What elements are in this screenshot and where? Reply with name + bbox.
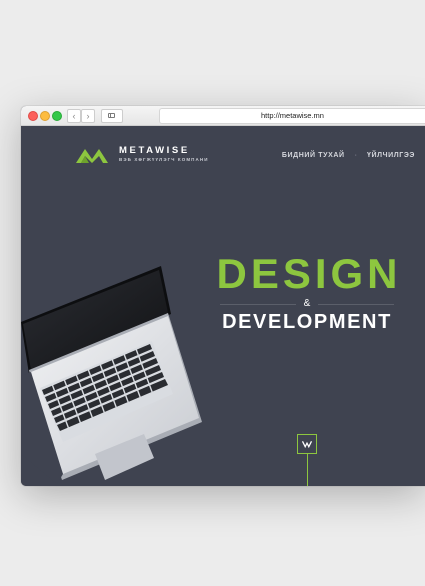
- forward-button[interactable]: ›: [81, 109, 95, 123]
- minimize-window-button[interactable]: [40, 111, 50, 121]
- address-bar[interactable]: http://metawise.mn: [159, 108, 425, 124]
- close-window-button[interactable]: [28, 111, 38, 121]
- nav-item-about[interactable]: БИДНИЙ ТУХАЙ: [282, 152, 345, 159]
- hero-title-design: DESIGN: [216, 250, 402, 297]
- website-viewport: METAWISE ВЭБ ХӨГЖҮҮЛЭГЧ КОМПАНИ БИДНИЙ Т…: [21, 126, 425, 486]
- address-bar-url: http://metawise.mn: [261, 111, 324, 120]
- hero-ampersand: &: [216, 299, 398, 309]
- back-button[interactable]: ‹: [67, 109, 81, 123]
- hero-headline: DESIGN & DEVELOPMENT: [216, 253, 398, 334]
- browser-window: ‹ › http://metawise.mn METAWISE ВЭБ ХӨГЖ…: [21, 106, 425, 486]
- sidebar-toggle-button[interactable]: [101, 109, 123, 123]
- zoom-window-button[interactable]: [52, 111, 62, 121]
- scroll-down-logo-icon: [301, 441, 313, 449]
- metawise-logo-icon[interactable]: [76, 144, 108, 163]
- nav-item-services[interactable]: ҮЙЛЧИЛГЭЭ: [367, 152, 415, 159]
- logo-tagline: ВЭБ ХӨГЖҮҮЛЭГЧ КОМПАНИ: [119, 157, 209, 162]
- scroll-down-button[interactable]: [297, 434, 317, 454]
- nav-separator: ·: [354, 152, 357, 159]
- logo-name[interactable]: METAWISE: [119, 145, 190, 156]
- browser-titlebar: ‹ › http://metawise.mn: [21, 106, 425, 126]
- hero-title-development: DEVELOPMENT: [222, 311, 392, 333]
- sidebar-icon: [108, 113, 115, 118]
- chevron-left-icon: ‹: [72, 111, 76, 121]
- chevron-right-icon: ›: [86, 111, 90, 121]
- main-nav: БИДНИЙ ТУХАЙ · ҮЙЛЧИЛГЭЭ: [282, 152, 415, 159]
- scroll-indicator-line: [307, 454, 308, 486]
- laptop-illustration: [21, 266, 202, 484]
